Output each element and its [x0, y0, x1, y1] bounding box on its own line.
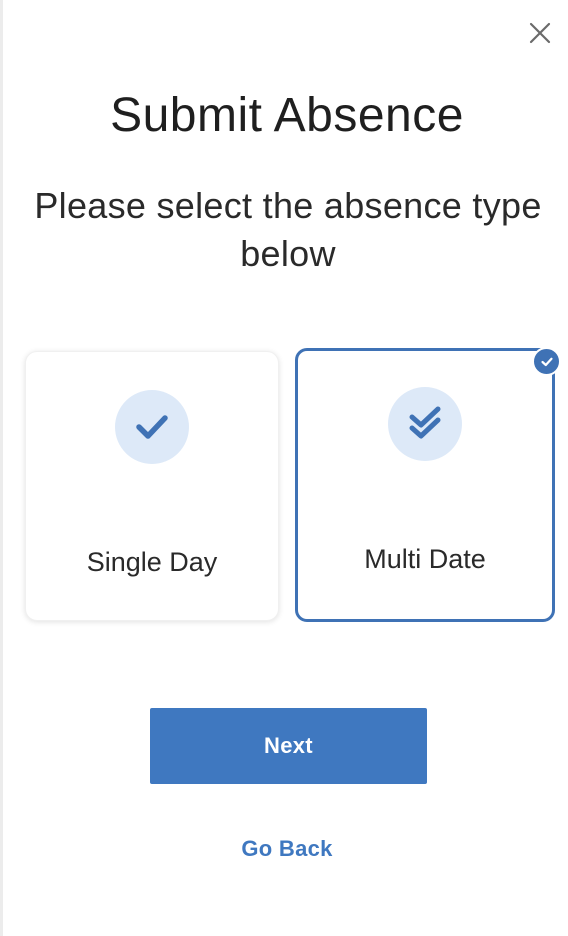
go-back-link[interactable]: Go Back	[3, 836, 568, 862]
option-label-single-day: Single Day	[86, 547, 218, 577]
dialog-subtitle: Please select the absence type below	[34, 185, 542, 274]
option-label-multi-date: Multi Date	[364, 544, 486, 574]
double-check-icon	[388, 387, 462, 461]
option-multi-date[interactable]: Multi Date	[295, 348, 555, 622]
check-icon	[115, 390, 189, 464]
option-single-day[interactable]: Single Day	[25, 351, 279, 621]
dialog-title: Submit Absence	[110, 89, 464, 142]
close-icon[interactable]	[525, 18, 555, 48]
next-button[interactable]: Next	[150, 708, 427, 784]
submit-absence-dialog: Submit Absence Please select the absence…	[0, 0, 568, 936]
selected-check-icon	[532, 347, 561, 376]
